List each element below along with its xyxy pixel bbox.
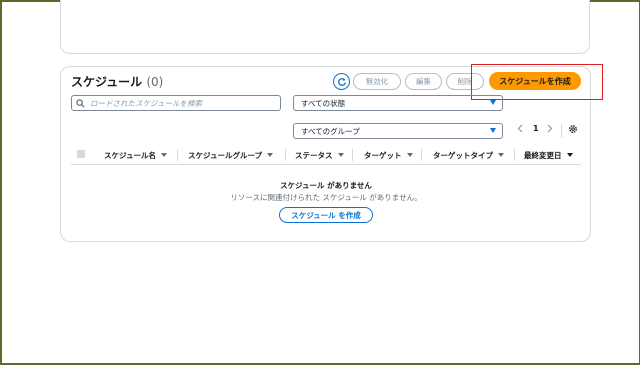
previous-page-button[interactable] — [517, 124, 523, 133]
column-label: スケジュールグループ — [188, 151, 263, 160]
settings-button[interactable] — [568, 124, 578, 134]
column-header-last-modified[interactable]: 最終変更日 — [524, 150, 573, 161]
state-filter-select[interactable]: すべての状態 — [293, 95, 503, 111]
sort-descending-icon — [566, 153, 573, 157]
select-all-checkbox[interactable] — [77, 150, 85, 158]
column-divider — [352, 149, 353, 161]
group-filter-value: すべてのグループ — [301, 126, 360, 136]
column-divider — [177, 149, 178, 161]
empty-state-title: スケジュール がありません — [280, 181, 372, 190]
pager-divider — [561, 124, 562, 138]
column-label: ターゲットタイプ — [433, 151, 493, 160]
empty-create-schedule-button[interactable]: スケジュール を作成 — [279, 207, 373, 223]
column-divider — [285, 149, 286, 161]
sort-icon — [267, 153, 274, 157]
column-header-target[interactable]: ターゲット — [364, 150, 413, 161]
column-label: ステータス — [295, 151, 333, 160]
chevron-right-icon — [547, 124, 553, 133]
caret-down-icon — [490, 128, 496, 133]
page-number[interactable]: 1 — [533, 124, 539, 133]
sort-icon — [498, 153, 504, 157]
caret-down-icon — [490, 100, 496, 105]
page-title: スケジュール (0) — [71, 73, 163, 90]
next-page-button[interactable] — [547, 124, 553, 133]
previous-panel — [60, 0, 590, 54]
sort-icon — [160, 153, 167, 157]
state-filter-value: すべての状態 — [301, 98, 346, 108]
group-filter-select[interactable]: すべてのグループ — [293, 123, 503, 139]
section-title: スケジュール — [71, 75, 143, 89]
edit-button[interactable]: 編集 — [405, 73, 442, 90]
column-header-group[interactable]: スケジュールグループ — [188, 150, 274, 161]
disable-button[interactable]: 無効化 — [353, 73, 401, 90]
chevron-left-icon — [517, 124, 523, 133]
column-label: ターゲット — [364, 151, 402, 160]
column-label: 最終変更日 — [524, 151, 562, 160]
column-header-name[interactable]: スケジュール名 — [104, 150, 167, 161]
column-header-status[interactable]: ステータス — [295, 150, 344, 161]
sort-icon — [337, 153, 344, 157]
search-input[interactable]: ロードされたスケジュールを検索 — [71, 95, 281, 111]
column-header-target-type[interactable]: ターゲットタイプ — [433, 150, 504, 161]
refresh-icon — [337, 77, 346, 86]
gear-icon — [569, 125, 577, 133]
column-divider — [514, 149, 515, 161]
sort-icon — [406, 153, 413, 157]
empty-state-subtitle: リソースに関連付けられた スケジュール がありません。 — [230, 193, 422, 202]
column-divider — [421, 149, 422, 161]
item-count: (0) — [146, 75, 164, 89]
column-label: スケジュール名 — [104, 151, 156, 160]
search-icon — [76, 98, 85, 108]
refresh-button[interactable] — [333, 73, 350, 90]
search-placeholder: ロードされたスケジュールを検索 — [90, 98, 202, 108]
